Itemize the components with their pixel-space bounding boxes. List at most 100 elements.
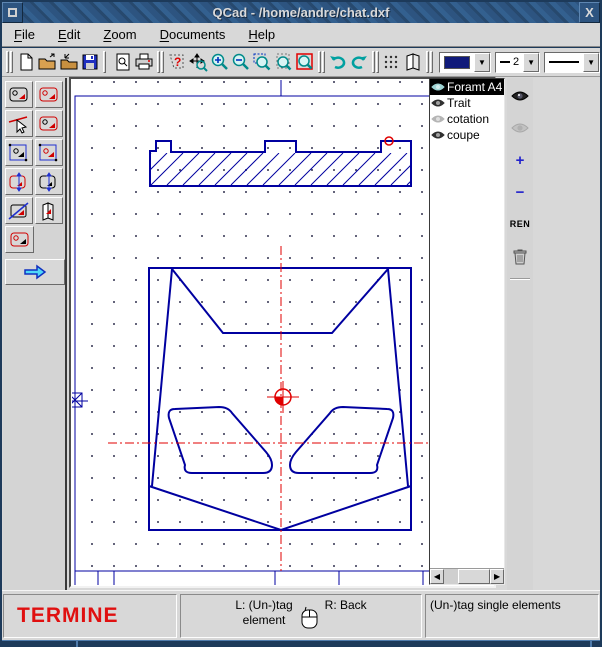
svg-text:?: ? [174,55,181,69]
remove-layer-button[interactable]: − [509,180,531,204]
zoom-page-button[interactable] [273,50,294,74]
tag-layer-tool[interactable] [35,197,63,224]
toolbar-handle[interactable] [426,51,433,73]
proceed-button[interactable] [5,259,65,285]
menu-item-documents[interactable]: Documents [157,25,229,44]
menu-item-file[interactable]: File [11,25,38,44]
chevron-down-icon[interactable]: ▼ [583,53,599,72]
layer-row[interactable]: Trait [430,95,504,111]
scroll-left-arrow[interactable]: ◀ [430,569,444,584]
tag-range-icon [7,172,31,192]
zoom-window-icon [252,52,272,72]
tool-palette [3,78,67,590]
help-status-panel: (Un-)tag single elements [425,594,599,638]
layer-row[interactable]: cotation [430,111,504,127]
new-file-button[interactable] [15,50,36,74]
new-file-icon [16,52,36,72]
zoom-out-button[interactable] [230,50,251,74]
eye-icon [431,98,445,108]
mouse-icon [297,598,321,630]
zoom-pan-button[interactable] [187,50,208,74]
save-file-button[interactable] [79,50,100,74]
open-file-icon [37,52,57,72]
layer-name: Trait [447,96,471,110]
show-layer-button[interactable] [509,84,531,108]
zoom-redraw-button[interactable] [294,50,315,74]
zoom-out-icon [231,52,251,72]
zoom-in-button[interactable] [209,50,230,74]
zoom-window-button[interactable] [252,50,273,74]
redo-button[interactable] [348,50,369,74]
eye-icon [431,130,445,140]
toolbar-handle[interactable] [372,51,379,73]
eye-off-icon [511,122,529,134]
pick-element-tool[interactable] [5,110,33,137]
close-file-button[interactable] [58,50,79,74]
tag-contour-icon [37,114,61,134]
chevron-down-icon[interactable]: ▼ [474,53,490,72]
grid-icon [382,52,402,72]
eye-icon [431,114,445,124]
toolbar-handle[interactable] [318,51,325,73]
rename-layer-button[interactable]: REN [509,212,531,236]
scroll-right-arrow[interactable]: ▶ [490,569,504,584]
divider [510,278,530,280]
layers-toggle-button[interactable] [402,50,423,74]
untag-element-tool[interactable] [35,81,63,108]
eye-icon [511,90,529,102]
color-combo[interactable]: ▼ [439,52,491,73]
tag-range-tool[interactable] [5,168,33,195]
layer-list[interactable]: Foramt A4 Traitcotationcoupe ◀ ▶ [429,78,505,585]
main-area: 10.00 Foramt A4Traitcotationcoupe ◀ ▶ + … [2,77,600,590]
tag-window-tool[interactable] [5,139,33,166]
layer-name: Foramt A4 [447,80,502,94]
window-title: QCad - /home/andre/chat.dxf [23,2,579,23]
untag-window-tool[interactable] [35,139,63,166]
print-button[interactable] [133,50,154,74]
help-status-text: (Un-)tag single elements [430,598,561,612]
menu-bar: File Edit Zoom Documents Help [2,23,600,47]
tag-window-icon [7,143,31,163]
menu-item-zoom[interactable]: Zoom [100,25,139,44]
close-file-icon [59,52,79,72]
chevron-down-icon[interactable]: ▼ [523,53,539,72]
toolbar: ? ▼ 2 ▼ ▼ [2,48,600,77]
untag-range-tool[interactable] [35,168,63,195]
zoom-pan-icon [188,52,208,72]
close-button[interactable]: X [579,2,600,23]
invert-tag-tool[interactable] [5,226,34,253]
layer-buttons-panel: + − REN [507,78,533,590]
menu-item-help[interactable]: Help [245,25,278,44]
toolbar-handle[interactable] [157,51,164,73]
layer-row[interactable]: Foramt A4 [430,79,504,95]
untag-element-icon [37,85,61,105]
tag-element-tool[interactable] [5,81,33,108]
line-width-combo[interactable]: 2 ▼ [495,52,540,73]
toolbar-handle[interactable] [6,51,13,73]
print-preview-button[interactable] [112,50,133,74]
tag-layer-icon [37,201,61,221]
add-layer-button[interactable]: + [509,148,531,172]
system-menu-button[interactable] [2,2,23,23]
menu-item-edit[interactable]: Edit [55,25,83,44]
line-style-sample [549,61,579,63]
layer-list-hscrollbar[interactable]: ◀ ▶ [430,568,504,584]
layer-row[interactable]: coupe [430,127,504,143]
scrollbar-thumb[interactable] [458,569,490,584]
right-mouse-hint: R: Back [325,598,367,612]
tag-contour-tool[interactable] [35,110,63,137]
command-status-panel: TERMINE [3,594,177,638]
open-file-button[interactable] [37,50,58,74]
command-status-text: TERMINE [17,604,119,628]
redraw-button[interactable]: ? [166,50,187,74]
status-bar: TERMINE L: (Un-)tag element R: Back (Un-… [2,590,600,640]
line-style-combo[interactable]: ▼ [544,52,600,73]
hide-layer-button[interactable] [509,116,531,140]
delete-layer-button[interactable] [509,244,531,268]
undo-button[interactable] [327,50,348,74]
untag-all-tool[interactable] [5,197,33,224]
grid-toggle-button[interactable] [381,50,402,74]
title-bar[interactable]: QCad - /home/andre/chat.dxf X [2,2,600,23]
invert-tag-icon [8,230,32,250]
left-mouse-hint: L: (Un-)tag [235,598,292,613]
